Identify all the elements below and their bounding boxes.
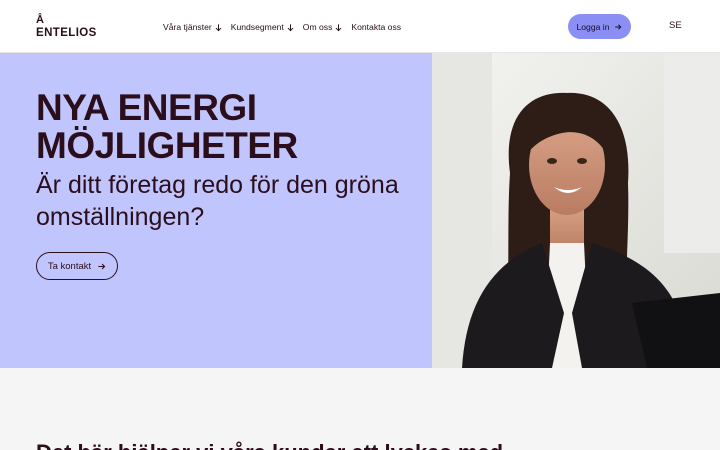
logo[interactable]: Å ENTELIOS: [36, 15, 106, 41]
hero-title: NYA ENERGI MÖJLIGHETER: [36, 89, 416, 165]
hero-title-line: NYA ENERGI: [36, 87, 257, 128]
arrow-right-icon: [615, 23, 622, 30]
nav-item-label: Våra tjänster: [163, 22, 212, 32]
contact-button[interactable]: Ta kontakt: [36, 252, 118, 280]
hero-title-line: MÖJLIGHETER: [36, 125, 298, 166]
nav-item-contact[interactable]: Kontakta oss: [351, 22, 401, 32]
main-nav: Våra tjänster Kundsegment Om oss Kontakt…: [163, 20, 401, 34]
contact-button-label: Ta kontakt: [47, 260, 92, 272]
nav-item-label: Kontakta oss: [351, 22, 402, 32]
services-section: Det här hjälper vi våra kunder att lycka…: [0, 368, 720, 450]
chevron-down-icon: [336, 23, 342, 31]
section-title: Det här hjälper vi våra kunder att lycka…: [36, 440, 503, 450]
language-selector[interactable]: SE: [669, 20, 682, 31]
chevron-down-icon: [287, 23, 294, 31]
chevron-down-icon: [215, 23, 222, 31]
woman-portrait-illustration: [432, 53, 720, 368]
nav-item-label: Om oss: [302, 22, 333, 32]
site-header: Å ENTELIOS Våra tjänster Kundsegment Om …: [0, 0, 720, 53]
hero-image: [432, 53, 720, 368]
nav-item-label: Kundsegment: [230, 22, 284, 32]
nav-item-services[interactable]: Våra tjänster: [163, 22, 223, 32]
login-button-label: Logga in: [576, 21, 610, 32]
logo-text: ENTELIOS: [36, 27, 97, 39]
nav-item-segments[interactable]: Kundsegment: [231, 22, 295, 32]
arrow-right-icon: [98, 263, 106, 269]
nav-item-about[interactable]: Om oss: [303, 22, 344, 32]
hero-subtitle: Är ditt företag redo för den gröna omstä…: [36, 171, 399, 231]
login-button[interactable]: Logga in: [568, 14, 631, 39]
logo-mark: Å: [36, 14, 44, 26]
